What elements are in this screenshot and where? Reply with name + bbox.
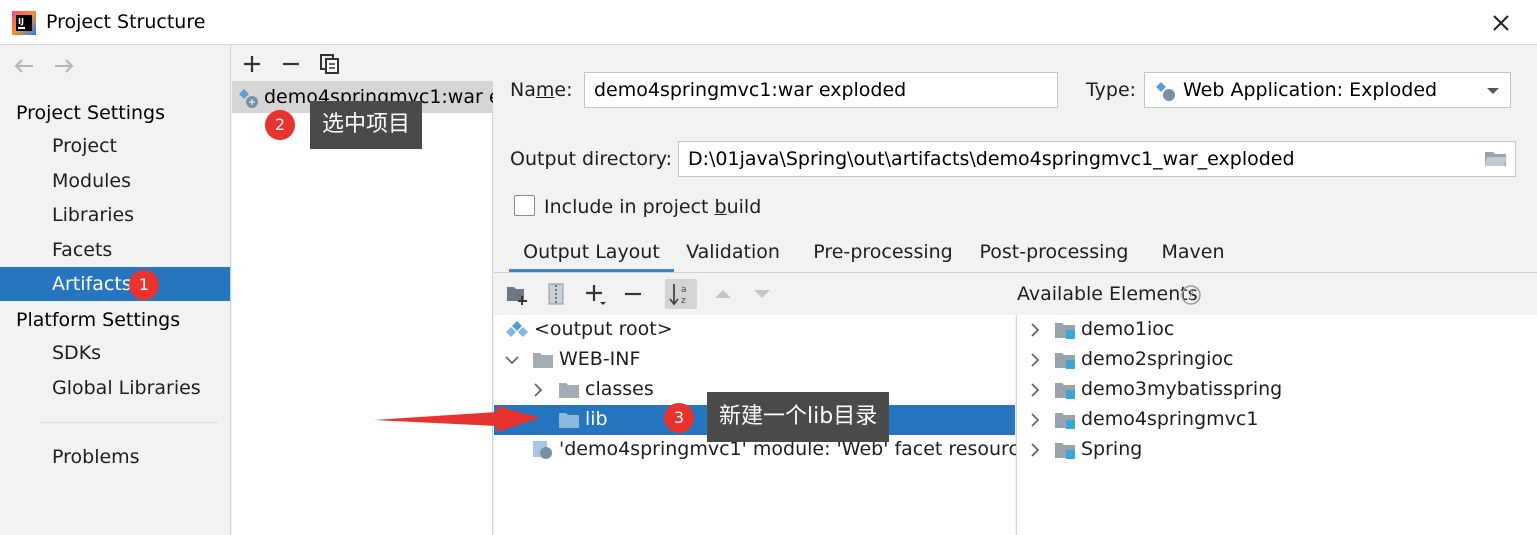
tree-row-web-inf[interactable]: WEB-INF	[494, 345, 1015, 375]
chevron-right-icon[interactable]	[1027, 381, 1043, 399]
move-up-icon[interactable]	[710, 281, 736, 307]
tree-row-output-root[interactable]: <output root>	[494, 315, 1015, 345]
tree-label: lib	[585, 408, 608, 430]
web-artifact-icon	[1156, 82, 1175, 101]
sidebar-item-artifacts[interactable]: Artifacts	[0, 267, 230, 301]
settings-tabs: Output Layout Validation Pre-processing …	[494, 233, 1537, 273]
annotation-arrow	[374, 406, 540, 432]
name-label: Name:	[510, 79, 573, 101]
available-item[interactable]: demo2springioc	[1017, 345, 1537, 375]
sidebar-item-global-libraries[interactable]: Global Libraries	[0, 371, 230, 405]
move-down-icon[interactable]	[749, 281, 775, 307]
output-directory-label: Output directory:	[510, 148, 673, 170]
include-in-build-checkbox[interactable]	[514, 195, 535, 216]
tree-label: demo4springmvc1	[1081, 408, 1259, 430]
sidebar-item-sdks[interactable]: SDKs	[0, 336, 230, 370]
folder-icon	[559, 383, 579, 398]
sidebar-item-project[interactable]: Project	[0, 129, 230, 163]
tree-label: demo1ioc	[1081, 318, 1175, 340]
available-elements-tree: demo1ioc demo2springioc demo3mybatisspri…	[1016, 315, 1537, 535]
annotation-badge: 3	[664, 403, 694, 433]
type-label: Type:	[1086, 79, 1137, 101]
tree-label: Spring	[1081, 438, 1143, 460]
sidebar-item-modules[interactable]: Modules	[0, 164, 230, 198]
tree-label: <output root>	[534, 318, 673, 340]
project-settings-heading: Project Settings	[16, 102, 165, 124]
svg-text:IJ: IJ	[18, 17, 24, 26]
archive-icon[interactable]	[543, 281, 569, 307]
tab-maven[interactable]: Maven	[1154, 233, 1232, 273]
module-folder-icon	[1055, 383, 1075, 399]
folder-icon	[559, 413, 579, 428]
web-resources-icon	[533, 441, 552, 459]
sidebar-item-facets[interactable]: Facets	[0, 233, 230, 267]
module-folder-icon	[1055, 413, 1075, 429]
annotation-callout: 选中项目	[310, 101, 423, 149]
remove-element-icon[interactable]	[621, 281, 647, 307]
annotation-callout: 新建一个lib目录	[707, 392, 890, 442]
tab-validation[interactable]: Validation	[680, 233, 786, 273]
web-artifact-icon	[239, 89, 258, 108]
settings-sidebar: Project Settings Project Modules Librari…	[0, 45, 231, 535]
sidebar-item-label: Artifacts	[52, 273, 132, 295]
platform-settings-heading: Platform Settings	[16, 309, 181, 331]
svg-text:z: z	[681, 296, 686, 306]
annotation-badge: 1	[129, 270, 159, 300]
copy-icon[interactable]	[319, 53, 341, 75]
window-title: Project Structure	[46, 11, 206, 33]
tab-post-processing[interactable]: Post-processing	[974, 233, 1134, 273]
close-icon[interactable]	[1484, 7, 1518, 39]
output-layout-toolbar: a z	[494, 273, 1537, 315]
folder-browse-icon[interactable]	[1484, 150, 1508, 168]
output-root-icon	[506, 321, 528, 337]
sidebar-item-libraries[interactable]: Libraries	[0, 198, 230, 232]
tree-label: demo3mybatisspring	[1081, 378, 1283, 400]
svg-text:?: ?	[1187, 289, 1194, 304]
folder-icon	[533, 353, 553, 368]
tree-label: demo2springioc	[1081, 348, 1234, 370]
module-folder-icon	[1055, 323, 1075, 339]
title-bar: IJ Project Structure	[0, 0, 1537, 45]
available-item[interactable]: demo4springmvc1	[1017, 405, 1537, 435]
add-icon[interactable]	[241, 53, 263, 75]
name-input[interactable]: demo4springmvc1:war exploded	[584, 72, 1058, 108]
available-item[interactable]: demo3mybatisspring	[1017, 375, 1537, 405]
intellij-app-icon: IJ	[12, 11, 36, 35]
add-element-icon[interactable]	[583, 281, 609, 307]
type-select-value: Web Application: Exploded	[1183, 79, 1438, 101]
chevron-right-icon[interactable]	[1027, 411, 1043, 429]
new-folder-icon[interactable]	[504, 281, 530, 307]
help-icon[interactable]: ?	[1180, 284, 1202, 306]
chevron-right-icon[interactable]	[1027, 351, 1043, 369]
available-item[interactable]: demo1ioc	[1017, 315, 1537, 345]
remove-icon[interactable]	[280, 53, 302, 75]
tree-label: classes	[585, 378, 654, 400]
svg-text:a: a	[681, 285, 687, 295]
annotation-badge: 2	[265, 110, 295, 140]
sidebar-separator	[40, 422, 218, 423]
available-elements-title: Available Elements	[1017, 283, 1198, 305]
module-folder-icon	[1055, 353, 1075, 369]
tree-label: WEB-INF	[559, 348, 641, 370]
type-select[interactable]: Web Application: Exploded	[1144, 72, 1511, 108]
module-folder-icon	[1055, 443, 1075, 459]
forward-arrow-icon[interactable]	[52, 55, 76, 77]
available-item[interactable]: Spring	[1017, 435, 1537, 465]
chevron-right-icon[interactable]	[1027, 321, 1043, 339]
tab-pre-processing[interactable]: Pre-processing	[807, 233, 959, 273]
artifacts-toolbar	[232, 45, 493, 81]
sort-alphabetically-icon[interactable]: a z	[665, 279, 697, 309]
include-in-build-label: Include in project build	[544, 196, 762, 218]
chevron-down-icon[interactable]	[504, 351, 520, 369]
back-arrow-icon[interactable]	[12, 55, 36, 77]
chevron-down-icon	[1487, 88, 1499, 94]
artifact-settings-panel: Name: demo4springmvc1:war exploded Type:…	[494, 45, 1537, 535]
chevron-right-icon[interactable]	[530, 381, 546, 399]
chevron-right-icon[interactable]	[1027, 441, 1043, 459]
sidebar-item-problems[interactable]: Problems	[0, 440, 230, 474]
tab-output-layout[interactable]: Output Layout	[509, 233, 674, 273]
output-directory-input[interactable]: D:\01java\Spring\out\artifacts\demo4spri…	[678, 141, 1516, 177]
